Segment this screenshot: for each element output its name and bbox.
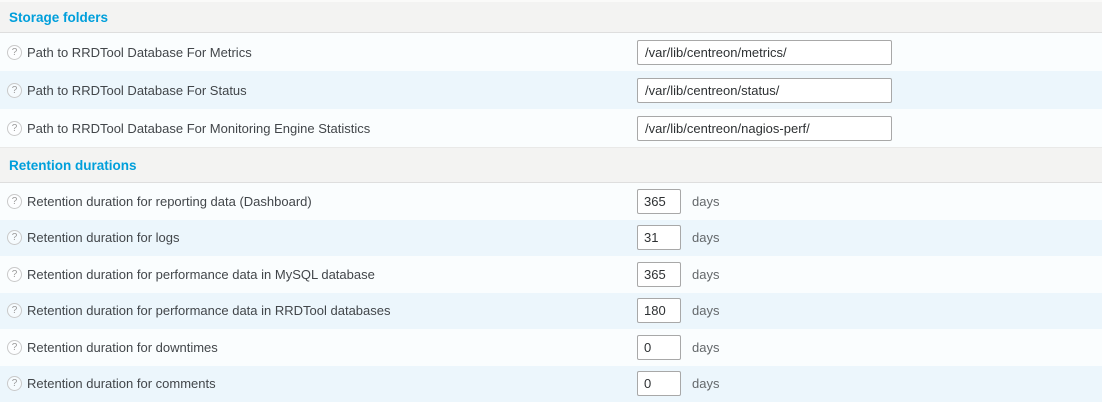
help-icon[interactable]: ?	[7, 303, 22, 318]
field-label: Path to RRDTool Database For Monitoring …	[27, 121, 370, 136]
retention-duration-for-reporting-data-dashboard-input[interactable]	[637, 189, 681, 214]
form-row: ? Path to RRDTool Database For Metrics	[0, 33, 1102, 71]
field: days	[637, 256, 719, 293]
help-icon[interactable]: ?	[7, 121, 22, 136]
form-row: ? Retention duration for performance data…	[0, 256, 1102, 293]
unit-label: days	[692, 376, 719, 391]
field-label: Path to RRDTool Database For Metrics	[27, 45, 252, 60]
form-row: ? Retention duration for reporting data (…	[0, 183, 1102, 220]
path-to-rrdtool-database-for-metrics-input[interactable]	[637, 40, 892, 65]
field-label: Retention duration for performance data …	[27, 303, 391, 318]
form-row: ? Retention duration for downtimes days	[0, 329, 1102, 366]
form-row: ? Path to RRDTool Database For Status	[0, 71, 1102, 109]
field	[637, 109, 892, 147]
field: days	[637, 293, 719, 330]
form-row: ? Path to RRDTool Database For Monitoring…	[0, 109, 1102, 147]
field: days	[637, 366, 719, 402]
field-label: Retention duration for comments	[27, 376, 216, 391]
field: days	[637, 329, 719, 366]
form-row: ? Retention duration for logs days	[0, 220, 1102, 257]
unit-label: days	[692, 194, 719, 209]
field: days	[637, 183, 719, 220]
help-icon[interactable]: ?	[7, 230, 22, 245]
field-label: Retention duration for reporting data (D…	[27, 194, 312, 209]
field	[637, 71, 892, 109]
help-icon[interactable]: ?	[7, 340, 22, 355]
help-icon[interactable]: ?	[7, 267, 22, 282]
settings-table: Storage folders? Path to RRDTool Database…	[0, 0, 1102, 402]
field-label: Retention duration for downtimes	[27, 340, 218, 355]
section-title: Storage folders	[9, 10, 108, 25]
help-icon[interactable]: ?	[7, 376, 22, 391]
field-label: Retention duration for performance data …	[27, 267, 375, 282]
path-to-rrdtool-database-for-status-input[interactable]	[637, 78, 892, 103]
path-to-rrdtool-database-for-monitoring-engine-statistics-input[interactable]	[637, 116, 892, 141]
retention-duration-for-comments-input[interactable]	[637, 371, 681, 396]
section-storage-folders: Storage folders? Path to RRDTool Database…	[0, 0, 1102, 147]
unit-label: days	[692, 267, 719, 282]
field	[637, 33, 892, 71]
form-row: ? Retention duration for performance data…	[0, 293, 1102, 330]
unit-label: days	[692, 230, 719, 245]
field-label: Retention duration for logs	[27, 230, 179, 245]
help-icon[interactable]: ?	[7, 45, 22, 60]
retention-duration-for-logs-input[interactable]	[637, 225, 681, 250]
section-title: Retention durations	[9, 158, 137, 173]
section-retention-durations: Retention durations? Retention duration f…	[0, 147, 1102, 402]
help-icon[interactable]: ?	[7, 194, 22, 209]
field: days	[637, 220, 719, 257]
section-header: Retention durations	[0, 147, 1102, 183]
section-header: Storage folders	[0, 0, 1102, 33]
help-icon[interactable]: ?	[7, 83, 22, 98]
retention-duration-for-performance-data-in-mysql-database-input[interactable]	[637, 262, 681, 287]
unit-label: days	[692, 340, 719, 355]
field-label: Path to RRDTool Database For Status	[27, 83, 247, 98]
unit-label: days	[692, 303, 719, 318]
retention-duration-for-performance-data-in-rrdtool-databases-input[interactable]	[637, 298, 681, 323]
retention-duration-for-downtimes-input[interactable]	[637, 335, 681, 360]
form-row: ? Retention duration for comments days	[0, 366, 1102, 402]
